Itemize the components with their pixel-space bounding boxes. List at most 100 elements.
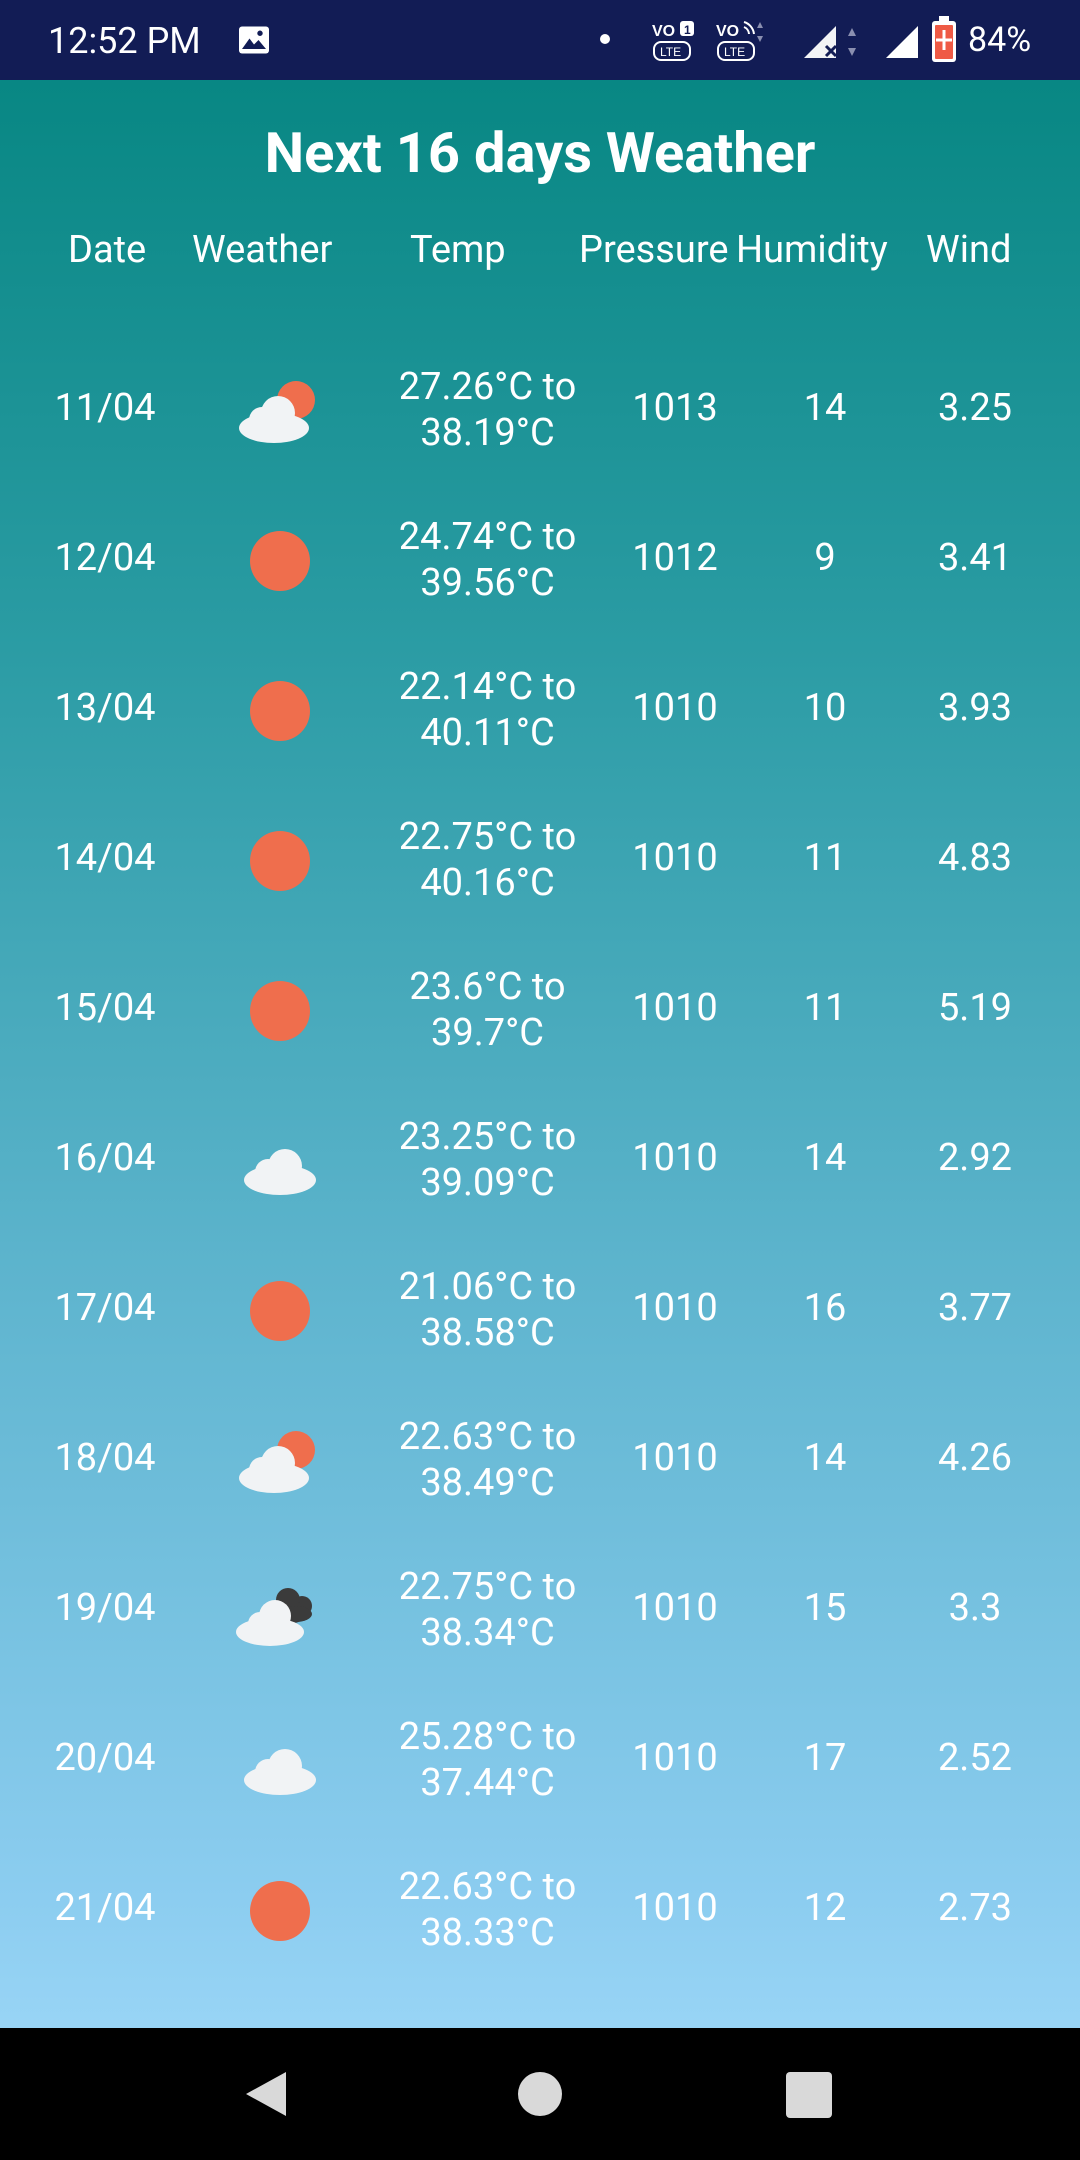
forecast-wind: 5.19 (937, 986, 1013, 1030)
temp-min: 24.74°C to (398, 515, 577, 559)
dark-cloud-icon (230, 1556, 330, 1666)
battery-percent: 84% (968, 20, 1032, 60)
forecast-date: 14/04 (54, 836, 156, 880)
forecast-humidity: 14 (803, 1136, 847, 1180)
forecast-temp: 27.26°C to 38.19°C (370, 364, 605, 456)
temp-max: 38.34°C (420, 1611, 555, 1655)
forecast-wind: 3.41 (937, 536, 1013, 580)
sun-icon (230, 1856, 330, 1966)
sun-icon (230, 1256, 330, 1366)
temp-min: 23.6°C to (409, 965, 566, 1009)
forecast-humidity: 17 (803, 1736, 847, 1780)
home-icon[interactable] (518, 2072, 562, 2116)
temp-max: 37.44°C (420, 1761, 555, 1805)
forecast-humidity: 15 (803, 1586, 847, 1630)
forecast-wind: 3.93 (937, 686, 1013, 730)
header-date: Date (68, 228, 147, 272)
forecast-row: 12/04 24.74°C to 39.56°C 1012 9 3.41 (0, 486, 1080, 636)
forecast-humidity: 14 (803, 1436, 847, 1480)
svg-text:1: 1 (684, 23, 691, 37)
header-weather: Weather (192, 228, 333, 272)
temp-min: 27.26°C to (398, 365, 577, 409)
forecast-humidity: 10 (803, 686, 847, 730)
forecast-wind: 3.77 (937, 1286, 1013, 1330)
temp-max: 39.09°C (420, 1161, 555, 1205)
forecast-wind: 3.3 (948, 1586, 1002, 1630)
forecast-pressure: 1010 (632, 1436, 718, 1480)
forecast-row: 17/04 21.06°C to 38.58°C 1010 16 3.77 (0, 1236, 1080, 1386)
forecast-pressure: 1010 (632, 1586, 718, 1630)
forecast-temp: 21.06°C to 38.58°C (370, 1264, 605, 1356)
sun-icon (230, 806, 330, 916)
forecast-temp: 22.63°C to 38.49°C (370, 1414, 605, 1506)
temp-max: 39.7°C (430, 1011, 545, 1055)
forecast-pressure: 1010 (632, 686, 718, 730)
temp-min: 23.25°C to (398, 1115, 577, 1159)
forecast-row: 21/04 22.63°C to 38.33°C 1010 12 2.73 (0, 1836, 1080, 1986)
temp-max: 39.56°C (420, 561, 555, 605)
forecast-date: 19/04 (54, 1586, 156, 1630)
forecast-pressure: 1010 (632, 1886, 718, 1930)
forecast-date: 15/04 (54, 986, 156, 1030)
forecast-pressure: 1012 (632, 536, 718, 580)
forecast-date: 11/04 (54, 386, 156, 430)
temp-min: 21.06°C to (398, 1265, 577, 1309)
forecast-date: 16/04 (54, 1136, 156, 1180)
header-temp: Temp (410, 228, 506, 272)
notification-dot-icon (600, 34, 610, 44)
temp-max: 40.11°C (420, 711, 555, 755)
forecast-row: 19/04 22.75°C to 38.34°C 1010 15 3.3 (0, 1536, 1080, 1686)
recents-icon[interactable] (786, 2072, 832, 2118)
forecast-humidity: 16 (803, 1286, 847, 1330)
forecast-wind: 2.73 (937, 1886, 1013, 1930)
forecast-wind: 4.26 (937, 1436, 1013, 1480)
status-time: 12:52 PM (48, 20, 201, 62)
svg-text:VO: VO (652, 23, 675, 40)
forecast-temp: 22.63°C to 38.33°C (370, 1864, 605, 1956)
header-humidity: Humidity (736, 228, 888, 272)
forecast-temp: 22.75°C to 38.34°C (370, 1564, 605, 1656)
forecast-pressure: 1010 (632, 1136, 718, 1180)
back-icon[interactable] (240, 2068, 290, 2120)
temp-min: 22.63°C to (398, 1865, 577, 1909)
forecast-row: 18/04 22.63°C to 38.49°C 1010 14 4.26 (0, 1386, 1080, 1536)
sun-icon (230, 506, 330, 616)
volte-icon: VO 1 LTE (652, 21, 694, 61)
forecast-row: 14/04 22.75°C to 40.16°C 1010 11 4.83 (0, 786, 1080, 936)
sun-icon (230, 656, 330, 766)
sun-cloud-icon (230, 356, 330, 466)
sun-icon (230, 956, 330, 1066)
forecast-temp: 22.14°C to 40.11°C (370, 664, 605, 756)
forecast-date: 20/04 (54, 1736, 156, 1780)
temp-max: 38.49°C (420, 1461, 555, 1505)
volte-wifi-icon: VO LTE (716, 21, 763, 61)
forecast-date: 17/04 (54, 1286, 156, 1330)
page-title: Next 16 days Weather (264, 120, 816, 186)
forecast-humidity: 14 (803, 386, 847, 430)
svg-text:VO: VO (716, 23, 739, 40)
forecast-pressure: 1010 (632, 836, 718, 880)
cloud-icon (230, 1706, 330, 1816)
forecast-temp: 23.25°C to 39.09°C (370, 1114, 605, 1206)
forecast-pressure: 1013 (632, 386, 718, 430)
temp-min: 22.75°C to (398, 1565, 577, 1609)
forecast-temp: 24.74°C to 39.56°C (370, 514, 605, 606)
forecast-date: 13/04 (54, 686, 156, 730)
forecast-pressure: 1010 (632, 1736, 718, 1780)
signal-no-service-icon (804, 26, 856, 58)
sun-cloud-icon (230, 1406, 330, 1516)
temp-min: 22.14°C to (398, 665, 577, 709)
gallery-icon (239, 26, 269, 54)
temp-min: 22.75°C to (398, 815, 577, 859)
forecast-row: 20/04 25.28°C to 37.44°C 1010 17 2.52 (0, 1686, 1080, 1836)
forecast-humidity: 12 (803, 1886, 847, 1930)
temp-max: 38.19°C (420, 411, 555, 455)
svg-text:LTE: LTE (724, 45, 745, 59)
header-pressure: Pressure (579, 228, 729, 272)
temp-max: 38.33°C (420, 1911, 555, 1955)
temp-min: 25.28°C to (398, 1715, 577, 1759)
forecast-temp: 25.28°C to 37.44°C (370, 1714, 605, 1806)
battery-icon (932, 16, 956, 62)
forecast-humidity: 9 (814, 536, 836, 580)
forecast-date: 21/04 (54, 1886, 156, 1930)
